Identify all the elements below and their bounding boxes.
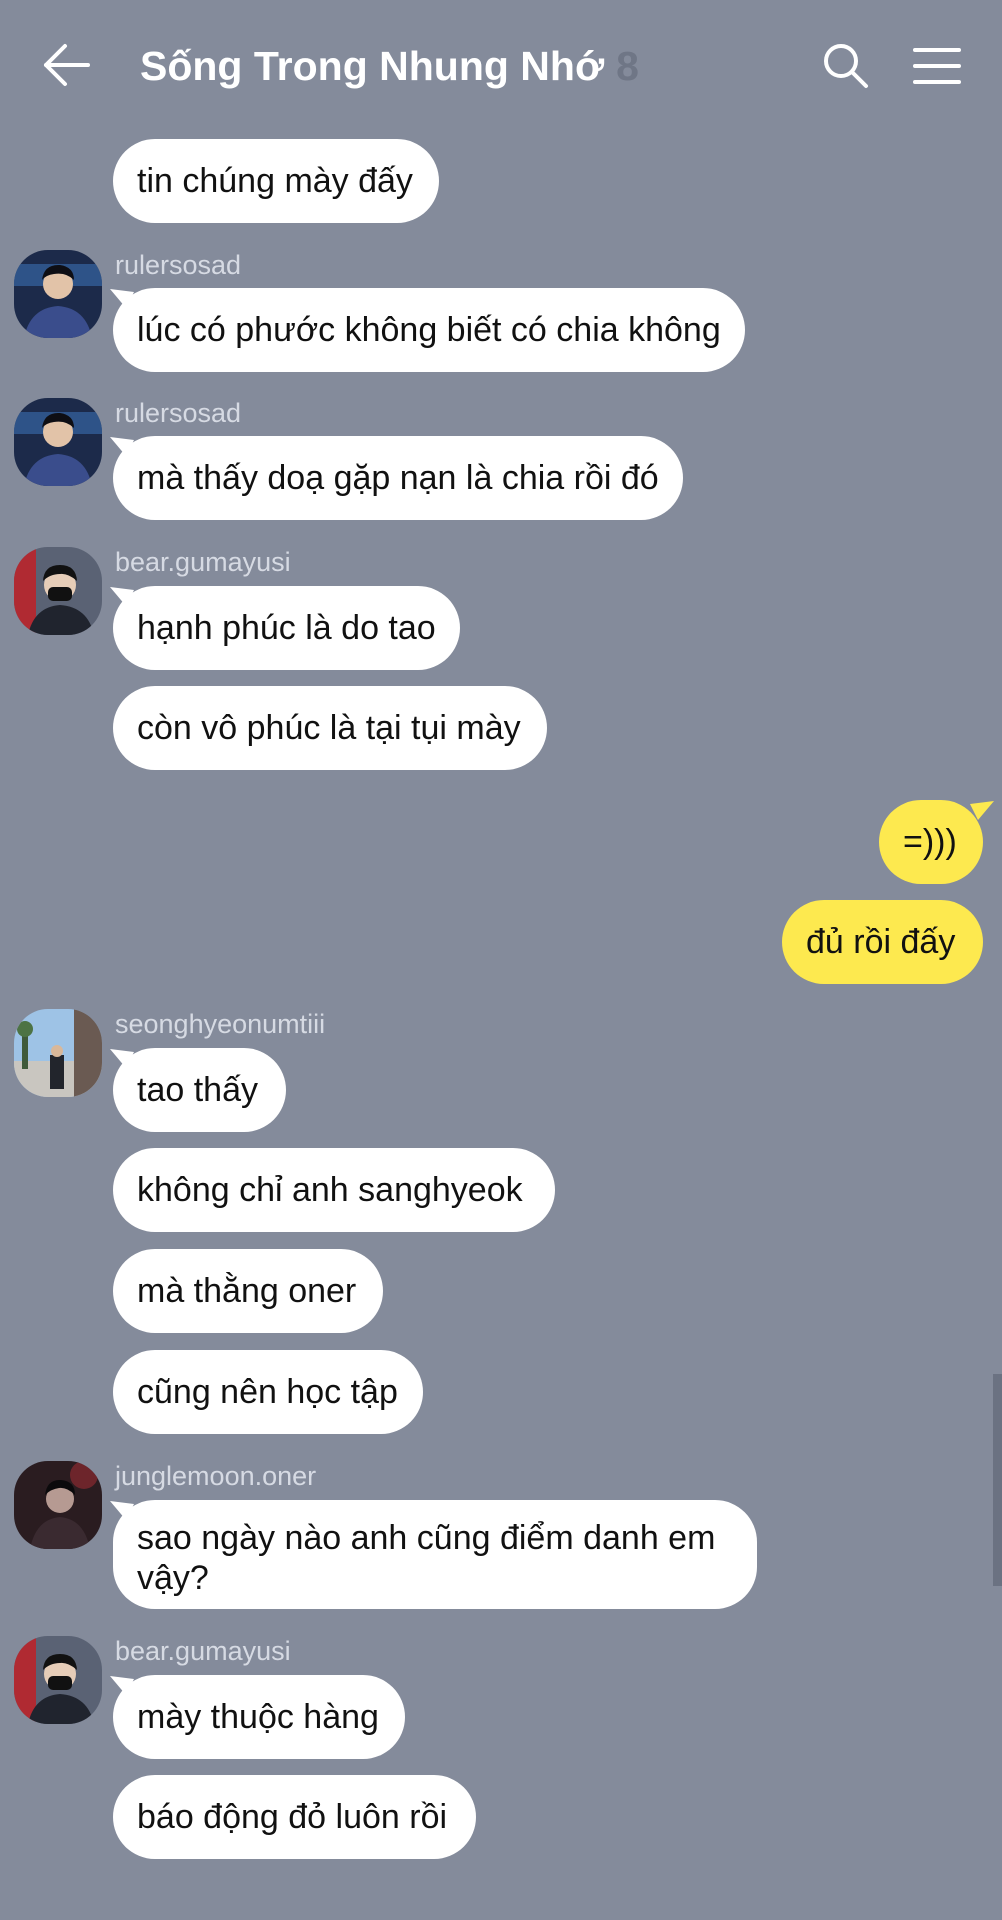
message-bubble[interactable]: còn vô phúc là tại tụi mày	[113, 686, 547, 770]
hamburger-menu-icon	[913, 48, 961, 84]
search-button[interactable]	[820, 40, 872, 92]
message-bubble[interactable]: tin chúng mày đấy	[113, 139, 439, 223]
avatar[interactable]	[14, 1636, 102, 1724]
chat-title-group: Sống Trong Nhung Nhớ 8	[140, 38, 639, 94]
avatar[interactable]	[14, 1461, 102, 1549]
back-button[interactable]	[38, 38, 96, 92]
message-bubble[interactable]: cũng nên học tập	[113, 1350, 423, 1434]
avatar[interactable]	[14, 1009, 102, 1097]
message-bubble[interactable]: tao thấy	[113, 1048, 286, 1132]
sender-name: rulersosad	[115, 398, 242, 428]
sender-name: rulersosad	[115, 250, 242, 280]
message-bubble-own[interactable]: =)))	[879, 800, 983, 884]
avatar[interactable]	[14, 398, 102, 486]
sender-name: bear.gumayusi	[115, 547, 291, 577]
avatar[interactable]	[14, 547, 102, 635]
message-bubble[interactable]: báo động đỏ luôn rồi	[113, 1775, 476, 1859]
scrollbar[interactable]	[993, 1374, 1002, 1586]
sender-name: seonghyeonumtiii	[115, 1009, 326, 1039]
message-bubble[interactable]: lúc có phước không biết có chia không	[113, 288, 745, 372]
message-bubble-own[interactable]: đủ rồi đấy	[782, 900, 983, 984]
message-bubble[interactable]: mà thấy doạ gặp nạn là chia rồi đó	[113, 436, 683, 520]
menu-button[interactable]	[912, 44, 962, 88]
message-bubble[interactable]: mà thằng oner	[113, 1249, 383, 1333]
message-bubble[interactable]: mày thuộc hàng	[113, 1675, 405, 1759]
message-bubble[interactable]: sao ngày nào anh cũng điểm danh em vậy?	[113, 1500, 757, 1609]
message-bubble[interactable]: hạnh phúc là do tao	[113, 586, 460, 670]
avatar[interactable]	[14, 250, 102, 338]
chat-header: Sống Trong Nhung Nhớ 8	[0, 0, 1002, 130]
message-bubble[interactable]: không chỉ anh sanghyeok	[113, 1148, 555, 1232]
arrow-left-icon	[44, 44, 90, 86]
search-icon	[824, 44, 868, 88]
sender-name: junglemoon.oner	[115, 1461, 317, 1491]
sender-name: bear.gumayusi	[115, 1636, 291, 1666]
chat-title: Sống Trong Nhung Nhớ	[140, 42, 605, 89]
member-count: 8	[616, 42, 639, 89]
